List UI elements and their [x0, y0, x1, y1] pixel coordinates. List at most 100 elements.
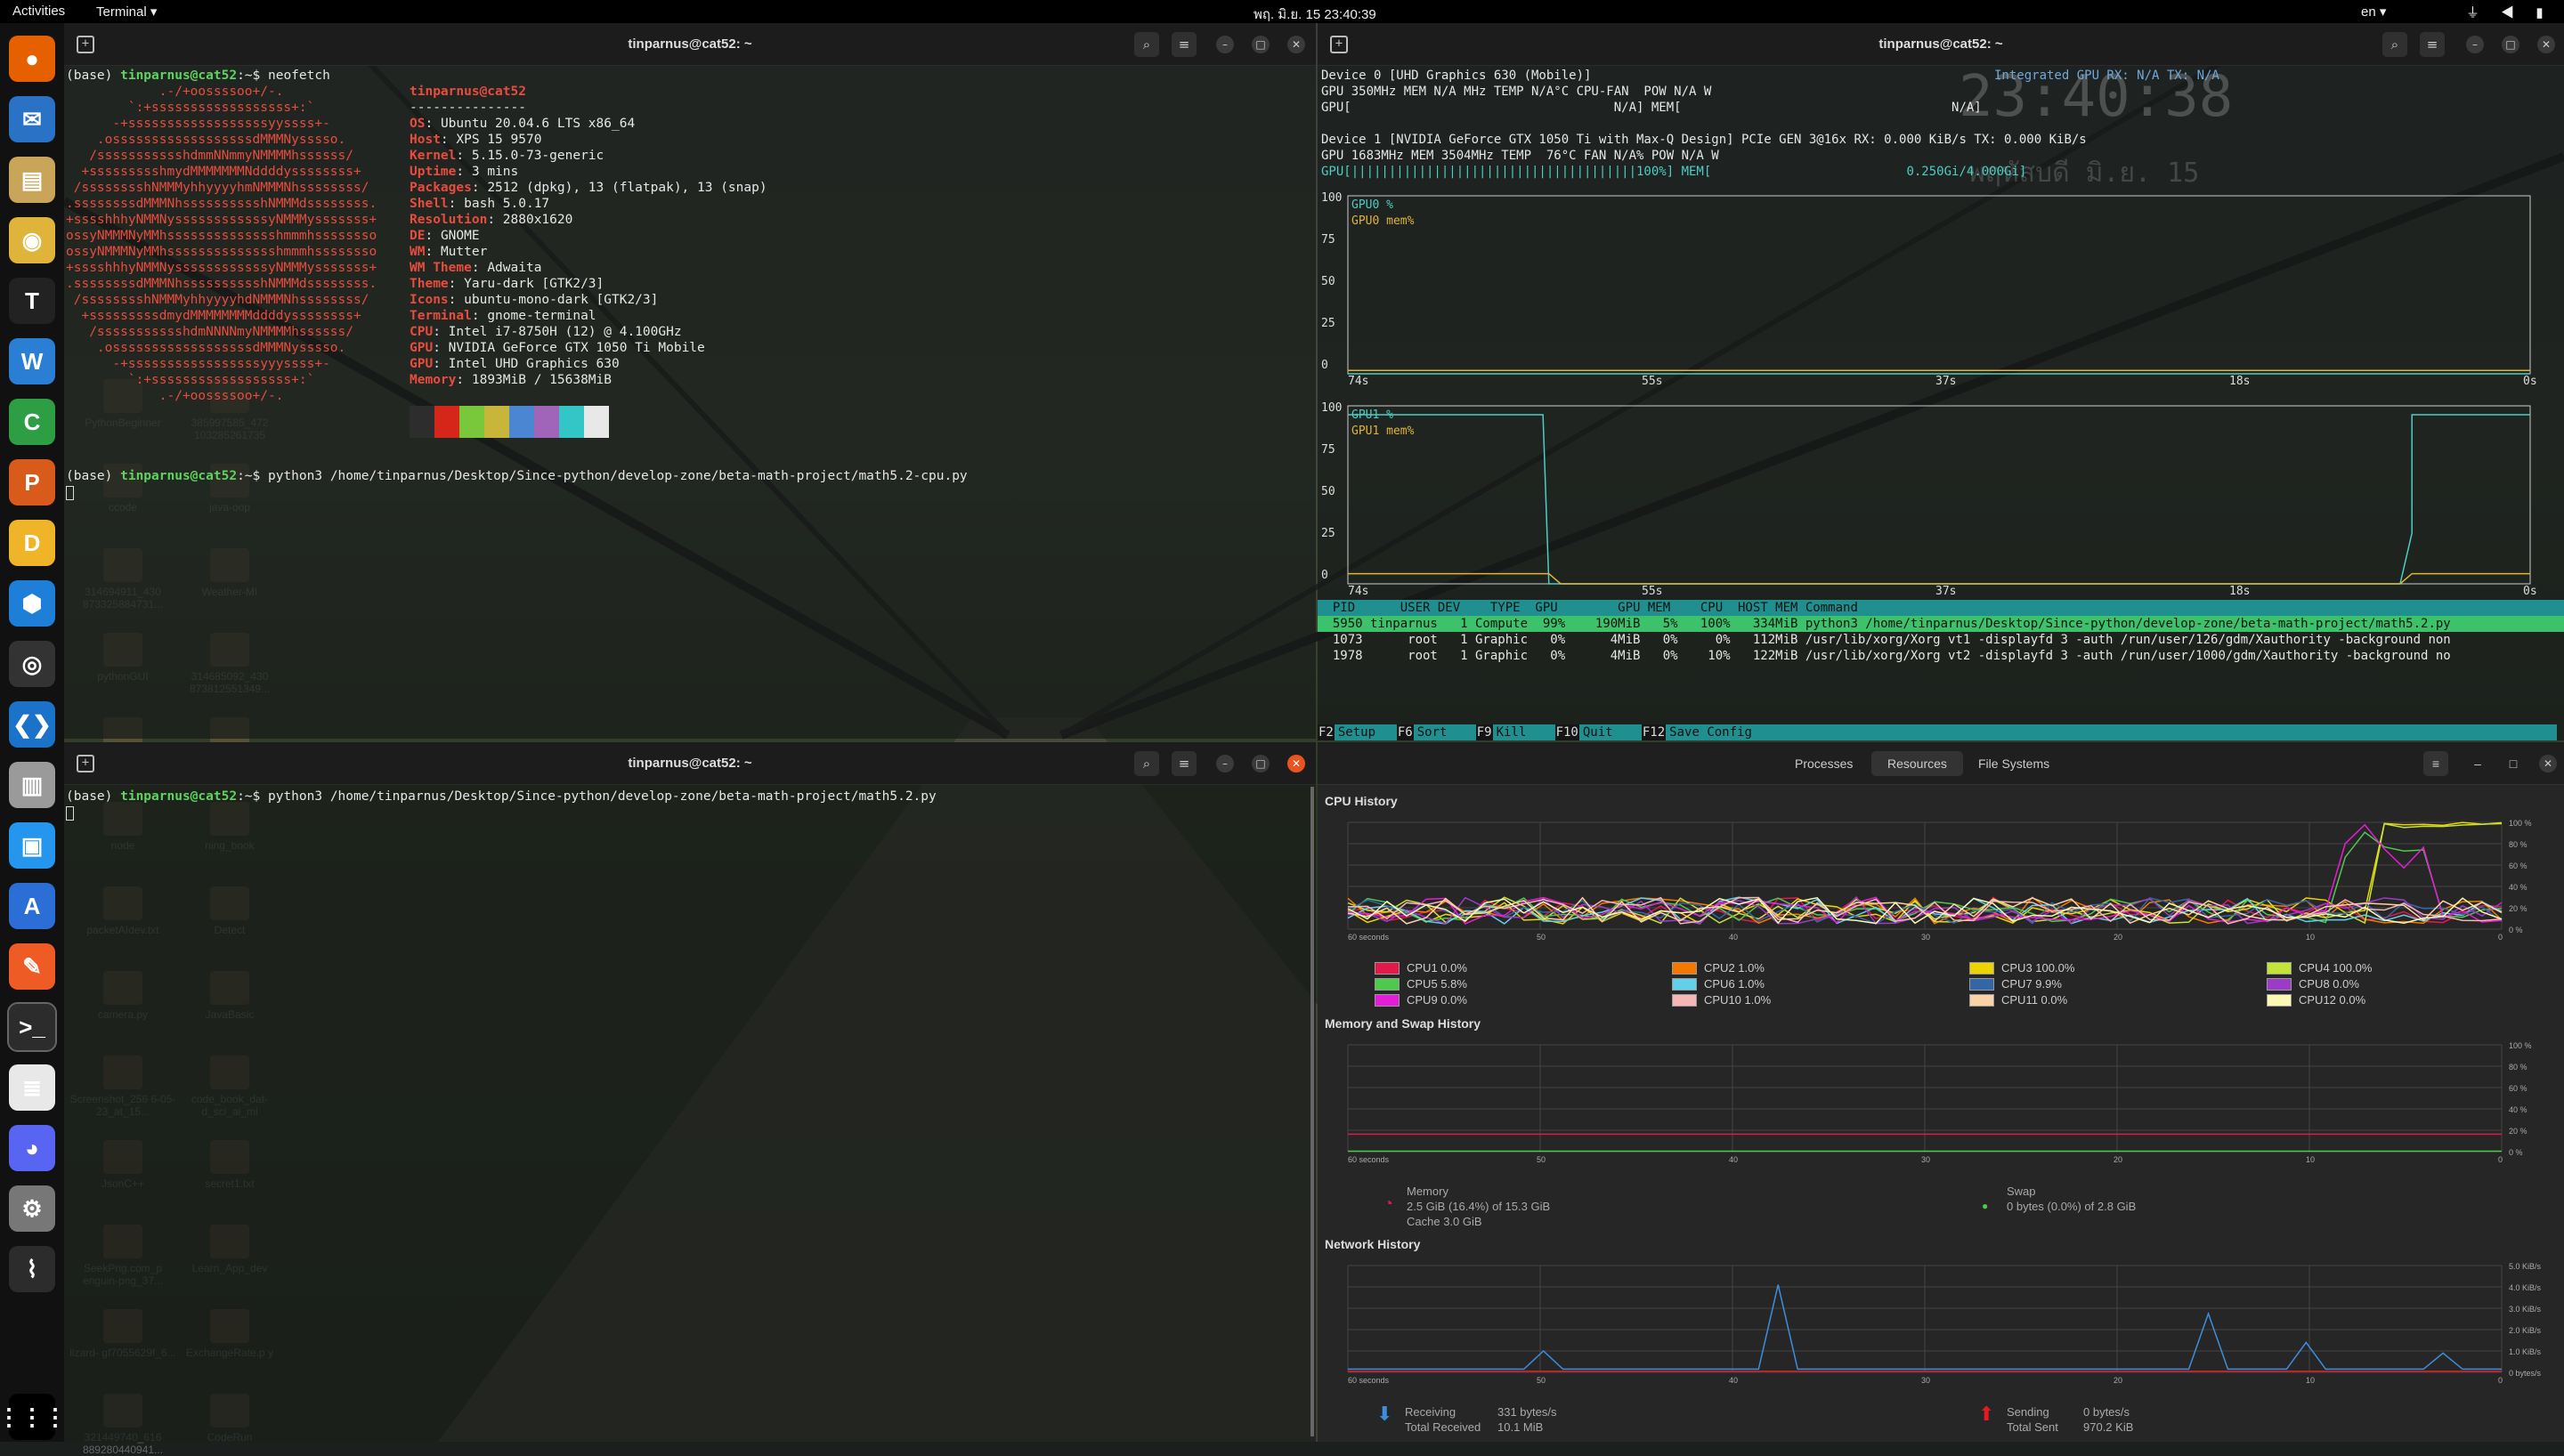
- vscode-icon[interactable]: ❮❯: [9, 701, 55, 748]
- obs-icon[interactable]: ◎: [9, 641, 55, 687]
- store-icon[interactable]: ⬢: [9, 580, 55, 627]
- system-monitor-window[interactable]: Processes Resources File Systems ≡ – □ ✕ C…: [1318, 742, 2564, 1442]
- y-tick: 100: [1321, 191, 1342, 205]
- input-language[interactable]: en ▾: [2361, 4, 2386, 20]
- terminal-window-nvtop[interactable]: + tinparnus@cat52: ~ ⌕ ≡ – □ ✕ 23:40:38 …: [1318, 23, 2564, 740]
- fkey-f12[interactable]: F12 Save Config: [1641, 724, 1756, 740]
- docker-icon[interactable]: ▣: [9, 822, 55, 869]
- fkey-key: F12: [1641, 724, 1667, 740]
- scrollbar[interactable]: [1310, 787, 1314, 1436]
- terminal-window-python[interactable]: + tinparnus@cat52: ~ ⌕ ≡ – □ ✕ (base) ti…: [64, 742, 1316, 1442]
- maximize-icon[interactable]: □: [1252, 36, 1270, 53]
- prompt-line: (base) tinparnus@cat52:~$ python3 /home/…: [66, 789, 937, 805]
- terminal-titlebar[interactable]: + tinparnus@cat52: ~ ⌕ ≡ – □ ✕: [64, 742, 1316, 785]
- prompt-line-1: (base) tinparnus@cat52:~$ neofetch: [66, 68, 330, 84]
- fkey-f9[interactable]: F9 Kill: [1475, 724, 1555, 740]
- terminal-icon[interactable]: >_: [7, 1002, 57, 1052]
- color-swatch[interactable]: [2267, 977, 2292, 991]
- tab-file-systems[interactable]: File Systems: [1962, 751, 2065, 776]
- color-swatch[interactable]: [1375, 977, 1400, 991]
- clock[interactable]: พฤ. มิ.ย. 15 23:40:39: [1254, 4, 1376, 25]
- info-value: Mutter: [440, 245, 488, 259]
- process-row[interactable]: 5950 tinparnus 1 Compute 99% 190MiB 5% 1…: [1318, 616, 2564, 632]
- thunderbird-icon[interactable]: ✉: [9, 96, 55, 142]
- process-row[interactable]: 1073 root 1 Graphic 0% 4MiB 0% 0% 112MiB…: [1318, 632, 2451, 648]
- cpu-label: CPU6 1.0%: [1704, 977, 1765, 991]
- search-icon[interactable]: ⌕: [2382, 32, 2407, 57]
- device0-name: Device 0 [UHD Graphics 630 (Mobile)]: [1321, 69, 1592, 83]
- minimize-icon[interactable]: –: [2466, 36, 2484, 53]
- fkey-f10[interactable]: F10 Quit: [1554, 724, 1642, 740]
- minimize-icon[interactable]: –: [2470, 756, 2486, 772]
- palette-swatch: [434, 406, 459, 438]
- search-icon[interactable]: ⌕: [1134, 751, 1159, 776]
- sysmon-header[interactable]: Processes Resources File Systems ≡ – □ ✕: [1318, 742, 2564, 785]
- terminal-titlebar[interactable]: + tinparnus@cat52: ~ ⌕ ≡ – □ ✕: [1318, 23, 2564, 66]
- tab-processes[interactable]: Processes: [1779, 751, 1869, 776]
- close-icon[interactable]: ✕: [2539, 755, 2557, 772]
- hamburger-menu-icon[interactable]: ≡: [1172, 751, 1197, 776]
- color-swatch[interactable]: [1672, 961, 1697, 975]
- writer-icon[interactable]: W: [9, 338, 55, 384]
- color-swatch[interactable]: [1672, 993, 1697, 1007]
- settings-icon[interactable]: ⚙: [9, 1185, 55, 1232]
- impress-icon[interactable]: P: [9, 459, 55, 506]
- hamburger-menu-icon[interactable]: ≡: [1172, 32, 1197, 57]
- terminal-titlebar[interactable]: + tinparnus@cat52: ~ ⌕ ≡ – □ ✕: [64, 23, 1316, 66]
- color-swatch[interactable]: [1375, 961, 1400, 975]
- maximize-icon[interactable]: □: [1252, 755, 1270, 772]
- close-icon[interactable]: ✕: [1287, 755, 1305, 772]
- fkey-f2[interactable]: F2 Setup: [1318, 724, 1397, 740]
- logo-line: +sssshhhyNMMNyssssssssssssyNMMMysssssss+: [66, 213, 377, 227]
- system-monitor-icon[interactable]: ⌇: [9, 1246, 55, 1292]
- files-icon[interactable]: ▤: [9, 157, 55, 203]
- y-tick: 75: [1321, 443, 1335, 457]
- calc-icon[interactable]: C: [9, 399, 55, 445]
- color-swatch[interactable]: [2267, 961, 2292, 975]
- app-menu[interactable]: Terminal ▾: [96, 4, 157, 20]
- fkey-label: Sort: [1416, 725, 1448, 740]
- hamburger-menu-icon[interactable]: ≡: [2420, 32, 2445, 57]
- color-swatch[interactable]: [1969, 961, 1994, 975]
- text-editor-icon[interactable]: ≣: [9, 1064, 55, 1111]
- x-tick: 20: [2114, 933, 2122, 942]
- draw-icon[interactable]: D: [9, 520, 55, 566]
- fkey-label: Kill: [1496, 725, 1527, 740]
- info-value: Ubuntu 20.04.6 LTS x86_64: [440, 117, 636, 131]
- search-icon[interactable]: ⌕: [1134, 32, 1159, 57]
- activities-button[interactable]: Activities: [12, 4, 65, 19]
- rhythmbox-icon[interactable]: ◉: [9, 217, 55, 263]
- logo-line: ossyNMMMNyMMhsssssssssssssshmmmhssssssso: [66, 245, 377, 259]
- terminal-window-neofetch[interactable]: + tinparnus@cat52: ~ ⌕ ≡ – □ ✕ (base) ti…: [64, 23, 1316, 739]
- process-row[interactable]: 1978 root 1 Graphic 0% 4MiB 0% 10% 122Mi…: [1318, 648, 2451, 664]
- close-icon[interactable]: ✕: [1287, 36, 1305, 53]
- minimize-icon[interactable]: –: [1216, 755, 1234, 772]
- maximize-icon[interactable]: □: [2502, 36, 2519, 53]
- color-swatch[interactable]: [1672, 977, 1697, 991]
- info-value: gnome-terminal: [487, 309, 596, 323]
- firefox-icon[interactable]: ●: [9, 36, 55, 82]
- color-swatch[interactable]: [2267, 993, 2292, 1007]
- cpu-label: CPU7 9.9%: [2001, 977, 2062, 991]
- cpu-legend-item: CPU3 100.0%: [1969, 961, 2074, 975]
- tab-resources[interactable]: Resources: [1871, 751, 1963, 776]
- cpu-legend-item: CPU5 5.8%: [1375, 977, 1467, 991]
- typora-icon[interactable]: T: [9, 278, 55, 324]
- color-swatch[interactable]: [1375, 993, 1400, 1007]
- close-icon[interactable]: ✕: [2537, 36, 2555, 53]
- prompt-line-2: (base) tinparnus@cat52:~$ python3 /home/…: [66, 468, 968, 484]
- postman-icon[interactable]: ✎: [9, 943, 55, 990]
- sending-label: Sending: [2007, 1405, 2049, 1419]
- minimize-icon[interactable]: –: [1216, 36, 1234, 53]
- color-swatch[interactable]: [1969, 977, 1994, 991]
- hamburger-menu-icon[interactable]: ≡: [2423, 751, 2448, 776]
- cpu-legend-item: CPU8 0.0%: [2267, 977, 2359, 991]
- app-center-icon[interactable]: A: [9, 883, 55, 929]
- database-icon[interactable]: ▥: [9, 762, 55, 808]
- info-row: OS: Ubuntu 20.04.6 LTS x86_64: [410, 116, 635, 132]
- apps-grid-icon[interactable]: ⋮⋮⋮: [0, 1394, 67, 1440]
- color-swatch[interactable]: [1969, 993, 1994, 1007]
- fkey-f6[interactable]: F6 Sort: [1396, 724, 1476, 740]
- maximize-icon[interactable]: □: [2505, 756, 2521, 772]
- discord-icon[interactable]: ◕: [9, 1125, 55, 1171]
